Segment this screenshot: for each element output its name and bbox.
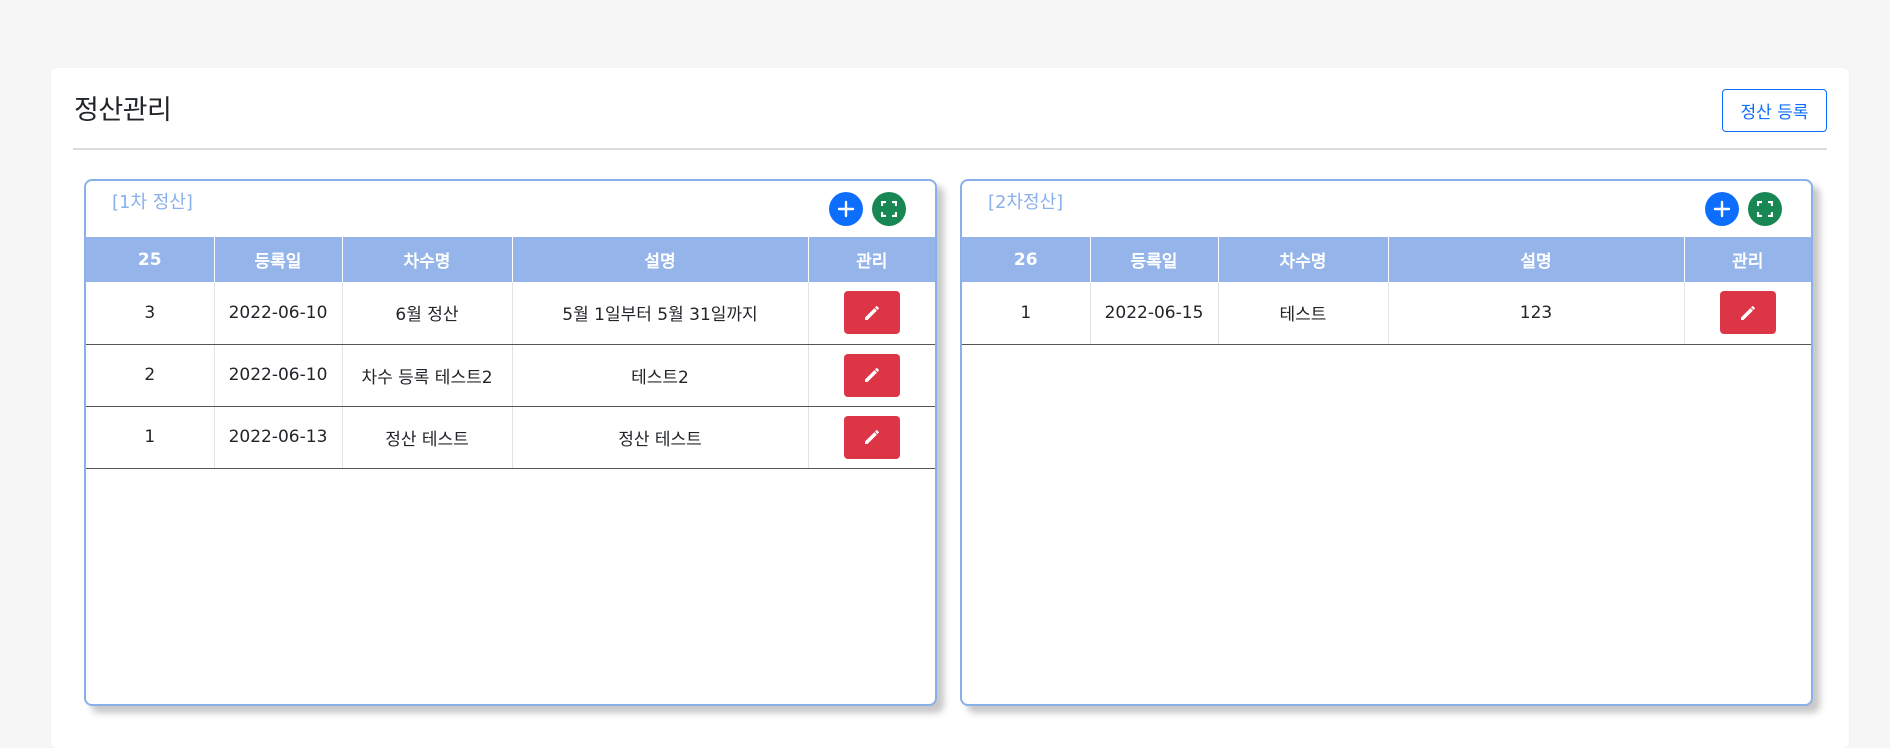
column-header-name: 차수명 — [342, 237, 513, 282]
cell-no: 2 — [86, 344, 215, 407]
column-header-manage: 관리 — [1684, 237, 1811, 282]
plus-icon — [1713, 200, 1731, 218]
table-header-row: 26 등록일 차수명 설명 관리 — [962, 237, 1811, 282]
cell-date: 2022-06-10 — [214, 344, 343, 407]
pencil-icon — [1740, 305, 1755, 320]
cell-description: 5월 1일부터 5월 31일까지 — [512, 282, 809, 345]
table-row: 3 2022-06-10 6월 정산 5월 1일부터 5월 31일까지 — [86, 282, 935, 345]
settlement-management-card: 정산관리 정산 등록 [1차 정산] 25 등록일 차수명 설명 관리 3 20… — [51, 68, 1849, 748]
cell-description: 테스트2 — [512, 344, 809, 407]
column-header-description: 설명 — [512, 237, 809, 282]
cell-no: 1 — [86, 406, 215, 469]
column-header-count: 25 — [86, 237, 215, 282]
table-row: 2 2022-06-10 차수 등록 테스트2 테스트2 — [86, 344, 935, 407]
table-row: 1 2022-06-15 테스트 123 — [962, 282, 1811, 345]
cell-no: 3 — [86, 282, 215, 345]
add-round-button[interactable] — [829, 192, 863, 226]
column-header-date: 등록일 — [1090, 237, 1219, 282]
pencil-icon — [864, 368, 879, 382]
register-settlement-button[interactable]: 정산 등록 — [1722, 89, 1827, 132]
fullscreen-button[interactable] — [872, 192, 906, 226]
cell-name: 차수 등록 테스트2 — [342, 344, 513, 407]
add-round-button[interactable] — [1705, 192, 1739, 226]
table-row: 1 2022-06-13 정산 테스트 정산 테스트 — [86, 406, 935, 469]
table-header-row: 25 등록일 차수명 설명 관리 — [86, 237, 935, 282]
title-divider — [73, 148, 1827, 150]
plus-icon — [837, 200, 855, 218]
fullscreen-icon — [1757, 201, 1773, 217]
cell-date: 2022-06-13 — [214, 406, 343, 469]
cell-date: 2022-06-10 — [214, 282, 343, 345]
cell-name: 정산 테스트 — [342, 406, 513, 469]
settlement-table: 25 등록일 차수명 설명 관리 3 2022-06-10 6월 정산 5월 1… — [86, 237, 935, 469]
page-title: 정산관리 — [74, 95, 172, 126]
cell-date: 2022-06-15 — [1090, 282, 1219, 345]
cell-manage — [808, 344, 935, 407]
column-header-description: 설명 — [1388, 237, 1685, 282]
edit-button[interactable] — [843, 353, 900, 397]
settlement-table: 26 등록일 차수명 설명 관리 1 2022-06-15 테스트 123 — [962, 237, 1811, 345]
pencil-icon — [864, 430, 879, 444]
cell-description: 123 — [1388, 282, 1685, 345]
cell-manage — [808, 282, 935, 345]
settlement-panel-2: [2차정산] 26 등록일 차수명 설명 관리 1 2022-06-15 테스트… — [960, 179, 1813, 706]
settlement-panel-1: [1차 정산] 25 등록일 차수명 설명 관리 3 2022-06-10 6월… — [84, 179, 937, 706]
pencil-icon — [864, 305, 879, 320]
edit-button[interactable] — [1719, 291, 1776, 335]
column-header-manage: 관리 — [808, 237, 935, 282]
cell-no: 1 — [962, 282, 1091, 345]
cell-manage — [808, 406, 935, 469]
fullscreen-button[interactable] — [1748, 192, 1782, 226]
cell-manage — [1684, 282, 1811, 345]
column-header-name: 차수명 — [1218, 237, 1389, 282]
cell-name: 테스트 — [1218, 282, 1389, 345]
cell-description: 정산 테스트 — [512, 406, 809, 469]
edit-button[interactable] — [843, 415, 900, 459]
panel-title: [2차정산] — [988, 192, 1064, 213]
fullscreen-icon — [881, 201, 897, 217]
column-header-date: 등록일 — [214, 237, 343, 282]
cell-name: 6월 정산 — [342, 282, 513, 345]
column-header-count: 26 — [962, 237, 1091, 282]
edit-button[interactable] — [843, 291, 900, 335]
panel-title: [1차 정산] — [112, 192, 193, 213]
